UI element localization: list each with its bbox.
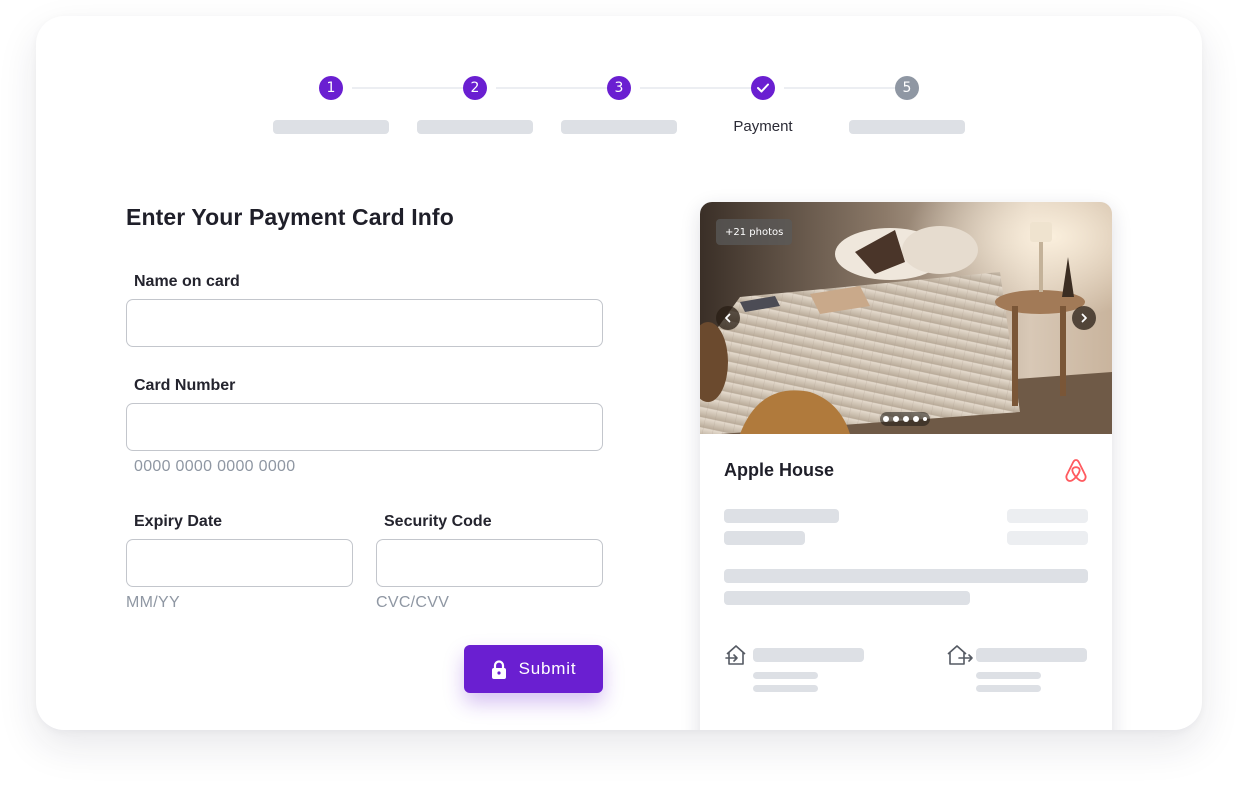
- check-in-sub-placeholder: [753, 672, 818, 679]
- previous-photo-button[interactable]: [716, 306, 740, 330]
- name-on-card-label: Name on card: [134, 273, 240, 290]
- check-out-sub-placeholder: [976, 685, 1041, 692]
- check-in-icon: [725, 645, 746, 665]
- submit-button[interactable]: Submit: [464, 645, 603, 693]
- step-4-indicator[interactable]: [751, 76, 775, 100]
- form-title: Enter Your Payment Card Info: [126, 204, 454, 230]
- lock-icon: [491, 659, 506, 679]
- step-3-indicator[interactable]: 3: [607, 76, 631, 100]
- chevron-right-icon: [1081, 313, 1087, 323]
- card-number-label: Card Number: [134, 377, 236, 394]
- step-connector: [784, 87, 900, 89]
- name-on-card-input[interactable]: [126, 299, 603, 347]
- step-connector: [640, 87, 756, 89]
- step-1-indicator[interactable]: 1: [319, 76, 343, 100]
- expiry-date-label: Expiry Date: [134, 513, 223, 530]
- step-2-indicator[interactable]: 2: [463, 76, 487, 100]
- step-5-indicator[interactable]: 5: [895, 76, 919, 100]
- step-connector: [352, 87, 468, 89]
- check-out-sub-placeholder: [976, 672, 1041, 679]
- checkmark-icon: [757, 83, 769, 93]
- listing-card: +21 photos Apple House: [700, 202, 1112, 730]
- pagination-dot[interactable]: [893, 416, 899, 422]
- card-number-hint: 0000 0000 0000 0000: [134, 458, 296, 475]
- detail-placeholder: [724, 509, 839, 523]
- pagination-dot[interactable]: [923, 417, 927, 421]
- price-placeholder: [1007, 531, 1088, 545]
- detail-placeholder: [724, 531, 805, 545]
- photo-pagination-dots[interactable]: [880, 412, 930, 426]
- pagination-dot[interactable]: [883, 416, 889, 422]
- check-in-sub-placeholder: [753, 685, 818, 692]
- step-3-label-placeholder: [561, 120, 677, 134]
- description-placeholder: [724, 569, 1088, 583]
- check-out-placeholder: [976, 648, 1087, 662]
- price-placeholder: [1007, 509, 1088, 523]
- pagination-dot[interactable]: [903, 416, 909, 422]
- check-in-placeholder: [753, 648, 864, 662]
- step-1-label-placeholder: [273, 120, 389, 134]
- step-5-label-placeholder: [849, 120, 965, 134]
- next-photo-button[interactable]: [1072, 306, 1096, 330]
- listing-title: Apple House: [724, 460, 835, 480]
- step-4-label: Payment: [733, 118, 793, 135]
- booking-card: 1 2 3 5 Payment Enter Your Payment Card …: [36, 16, 1202, 730]
- security-code-label: Security Code: [384, 513, 492, 530]
- step-2-label-placeholder: [417, 120, 533, 134]
- pagination-dot[interactable]: [913, 416, 919, 422]
- description-placeholder: [724, 591, 970, 605]
- submit-button-label: Submit: [518, 659, 577, 678]
- check-out-icon: [947, 645, 973, 665]
- security-code-hint: CVC/CVV: [376, 594, 450, 611]
- expiry-date-input[interactable]: [126, 539, 353, 587]
- expiry-date-hint: MM/YY: [126, 594, 180, 611]
- step-connector: [496, 87, 612, 89]
- chevron-left-icon: [725, 313, 731, 323]
- card-number-input[interactable]: [126, 403, 603, 451]
- listing-photo[interactable]: +21 photos: [700, 202, 1112, 434]
- photo-count-badge[interactable]: +21 photos: [716, 219, 793, 245]
- airbnb-logo-icon: [1065, 459, 1087, 482]
- security-code-input[interactable]: [376, 539, 603, 587]
